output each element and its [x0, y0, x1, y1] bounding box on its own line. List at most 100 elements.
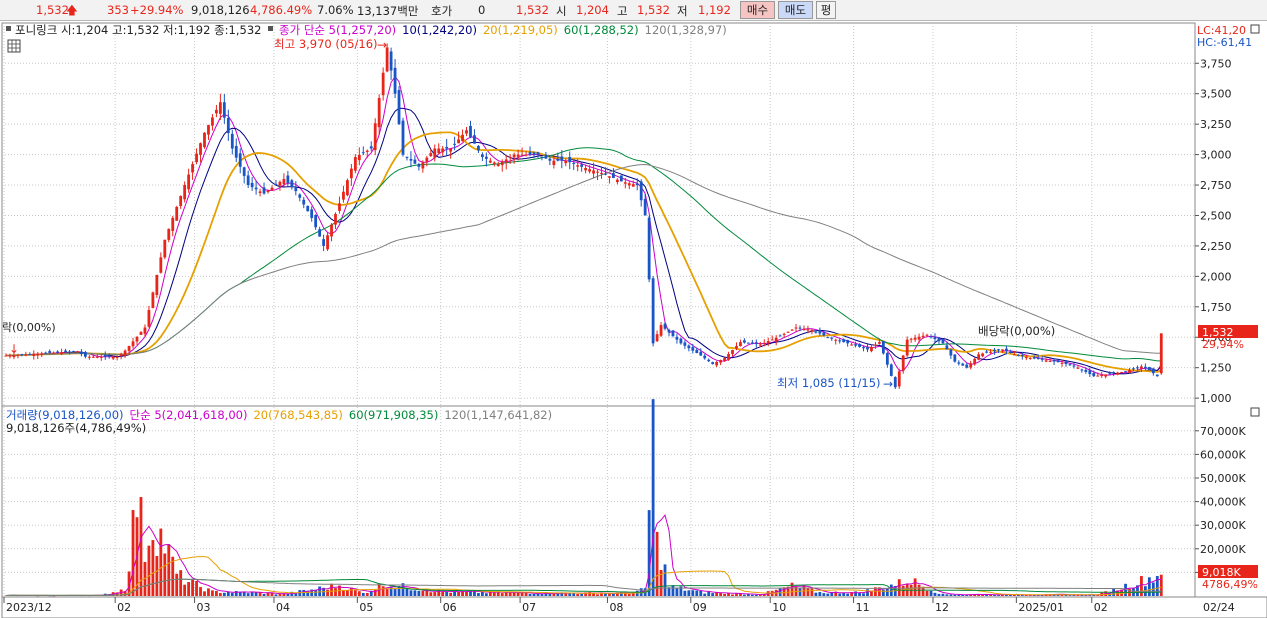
candle-body — [897, 371, 901, 387]
candle-body — [981, 353, 985, 357]
candle-body — [826, 337, 830, 339]
candle-body — [266, 190, 270, 193]
open-label: 시 — [556, 4, 567, 18]
volume-bar — [897, 579, 901, 596]
candle-body — [592, 170, 595, 174]
candle-body — [1147, 366, 1151, 371]
candle-body — [885, 353, 889, 365]
legend-entry: 단순 5(2,041,618,00) — [130, 408, 248, 422]
x-tick-label: 02 — [1094, 601, 1108, 614]
candle-body — [274, 183, 278, 185]
candle-body — [798, 327, 802, 329]
candle-body — [1155, 374, 1159, 377]
candle-body — [655, 334, 659, 342]
candle-body — [1108, 373, 1112, 375]
volume-bar — [393, 588, 397, 596]
price-tick-label: 3,250 — [1200, 118, 1232, 131]
volume-bar — [381, 586, 385, 596]
volume-bar — [409, 590, 413, 596]
candle-body — [282, 178, 286, 185]
candle-body — [24, 354, 28, 356]
candle-body — [151, 292, 155, 309]
volume-bar — [191, 579, 194, 596]
candle-body — [346, 180, 349, 196]
candle-body — [68, 351, 71, 353]
candle-body — [353, 157, 357, 171]
candle-body — [449, 148, 453, 152]
candle-body — [834, 339, 838, 341]
candle-body — [548, 158, 552, 161]
volume-bar — [179, 570, 183, 596]
candle-body — [588, 169, 591, 172]
candle-body — [572, 162, 576, 164]
buy-button[interactable]: 매수 — [740, 1, 775, 19]
panel-collapse-icon[interactable] — [1250, 407, 1260, 417]
candle-body — [671, 330, 675, 337]
volume-bar — [627, 594, 631, 596]
candle-body — [874, 344, 877, 346]
volume-bar — [512, 592, 516, 596]
candle-body — [615, 179, 619, 183]
stock-chart: 1,0001,2501,5001,7502,0002,2502,5002,750… — [1, 22, 1267, 618]
panel-collapse-icon[interactable] — [1250, 24, 1260, 34]
volume-bar — [826, 593, 830, 596]
candle-body — [691, 347, 695, 351]
volume-bar — [846, 593, 850, 596]
volume-bar — [612, 593, 615, 596]
candle-body — [957, 362, 961, 364]
candle-body — [290, 180, 294, 188]
candle-body — [171, 217, 175, 231]
candle-body — [667, 329, 671, 333]
candle-body — [469, 125, 472, 137]
volume-tick-label: 20,000K — [1200, 543, 1246, 556]
eval-button[interactable]: 평 — [816, 1, 836, 19]
price-value: 1,532 — [36, 3, 69, 17]
candle-body — [1124, 371, 1127, 373]
candle-body — [215, 109, 218, 114]
volume-bar — [500, 593, 504, 596]
candle-body — [393, 67, 397, 94]
volume-bar — [278, 594, 282, 596]
candle-body — [401, 120, 405, 155]
x-tick-label: 08 — [609, 601, 623, 614]
volume-bar — [365, 592, 369, 596]
candle-body — [997, 349, 1000, 351]
volume-bar — [925, 590, 929, 596]
candle-body — [989, 351, 992, 353]
candle-body — [4, 355, 8, 357]
candle-body — [179, 195, 183, 206]
volume-bar — [254, 592, 258, 596]
volume-bar — [981, 594, 985, 596]
candle-body — [838, 340, 842, 342]
candle-body — [163, 239, 167, 258]
candle-body — [44, 352, 48, 354]
candle-body — [806, 329, 810, 331]
sell-button[interactable]: 매도 — [778, 1, 813, 19]
candle-body — [647, 217, 651, 280]
volume-bar — [405, 588, 409, 596]
candle-body — [830, 337, 834, 339]
candle-body — [723, 357, 726, 362]
hc-label: HC:-61,41 — [1197, 36, 1252, 49]
volume-bar — [481, 591, 484, 596]
candle-body — [965, 364, 969, 368]
volume-bar — [222, 592, 226, 596]
candle-body — [87, 356, 91, 358]
change-pct: +29.94% — [130, 3, 184, 17]
candle-body — [1020, 355, 1024, 357]
volume-bar — [731, 594, 734, 596]
grid-toggle-icon[interactable] — [7, 39, 21, 53]
candle-body — [739, 342, 742, 347]
candle-body — [60, 352, 63, 355]
volume-bar — [469, 591, 472, 596]
candle-body — [786, 331, 790, 333]
candle-body — [782, 333, 786, 335]
candle-body — [528, 152, 532, 155]
volume-bar — [1068, 595, 1072, 596]
candle-body — [584, 167, 588, 171]
candle-body — [1040, 358, 1044, 360]
candle-body — [1056, 360, 1060, 363]
candle-body — [187, 174, 191, 190]
candle-body — [159, 257, 163, 273]
candle-body — [596, 171, 599, 173]
